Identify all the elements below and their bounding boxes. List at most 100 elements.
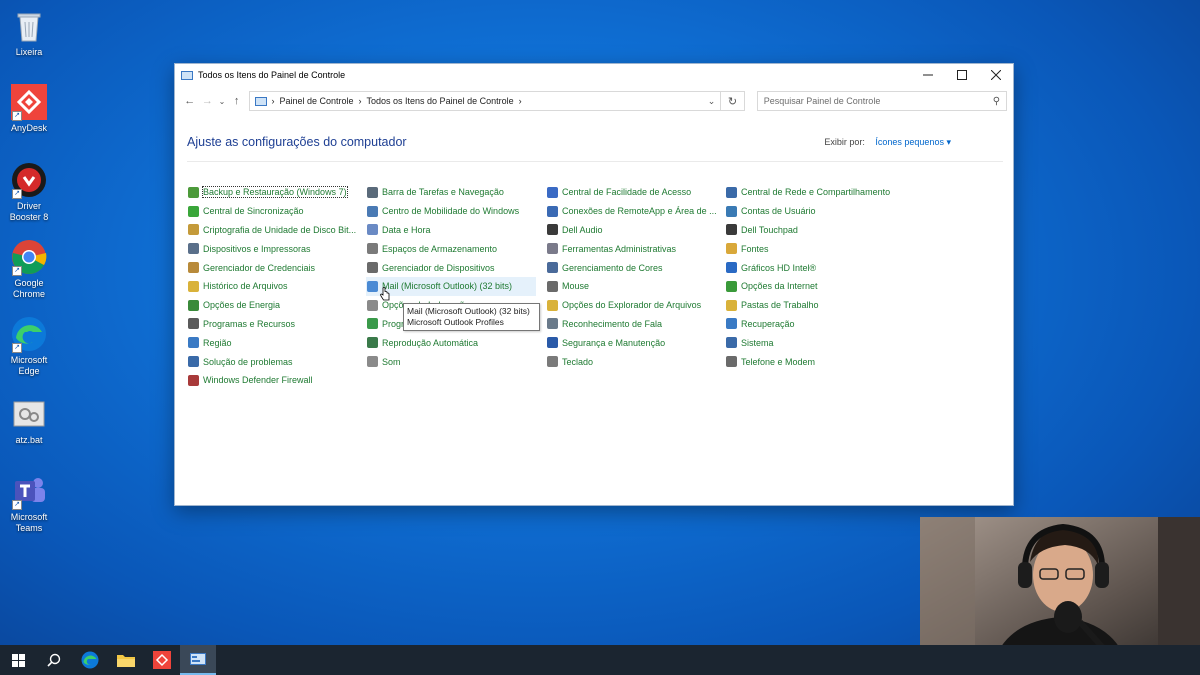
control-panel-item-label: Criptografia de Unidade de Disco Bit... <box>203 224 357 235</box>
taskbar-anydesk-button[interactable] <box>144 645 180 675</box>
control-panel-item[interactable]: Opções de Energia <box>187 296 357 315</box>
control-panel-item[interactable]: Backup e Restauração (Windows 7) <box>187 183 357 202</box>
control-panel-item[interactable]: Windows Defender Firewall <box>187 371 357 390</box>
control-panel-item[interactable]: Região <box>187 333 357 352</box>
hand-cursor-icon <box>380 287 390 301</box>
control-panel-window: Todos os Itens do Painel de Controle ← →… <box>174 63 1014 506</box>
control-panel-item[interactable]: Centro de Mobilidade do Windows <box>366 202 536 221</box>
search-input[interactable]: Pesquisar Painel de Controle ⚲ <box>756 91 1008 111</box>
desktop-icon-recycle-bin[interactable]: Lixeira <box>4 8 54 58</box>
view-by-dropdown[interactable]: Ícones pequenos ▾ <box>875 137 951 147</box>
control-panel-item-label: Dispositivos e Impressoras <box>203 243 311 254</box>
control-panel-item-label: Gerenciador de Credenciais <box>203 262 316 273</box>
control-panel-item[interactable]: Central de Sincronização <box>187 202 357 221</box>
control-panel-item-icon <box>726 186 737 198</box>
control-panel-item[interactable]: Teclado <box>546 352 716 371</box>
close-button[interactable] <box>979 64 1013 86</box>
control-panel-item[interactable]: Fontes <box>725 239 895 258</box>
control-panel-item[interactable]: Ferramentas Administrativas <box>546 239 716 258</box>
control-panel-item[interactable]: Gerenciamento de Cores <box>546 258 716 277</box>
control-panel-item-label: Sistema <box>741 337 774 348</box>
desktop-icon-atz-bat[interactable]: atz.bat <box>4 396 54 446</box>
control-panel-item-label: Som <box>382 356 401 367</box>
close-icon <box>991 70 1001 80</box>
control-panel-item[interactable]: Data e Hora <box>366 221 536 240</box>
control-panel-item[interactable]: Reconhecimento de Fala <box>546 315 716 334</box>
control-panel-item[interactable]: Central de Facilidade de Acesso <box>546 183 716 202</box>
control-panel-item-label: Opções da Internet <box>741 281 818 292</box>
control-panel-item[interactable]: Barra de Tarefas e Navegação <box>366 183 536 202</box>
minimize-button[interactable] <box>911 64 945 86</box>
control-panel-item-label: Histórico de Arquivos <box>203 281 288 292</box>
title-bar[interactable]: Todos os Itens do Painel de Controle <box>175 64 1013 86</box>
desktop-icon-anydesk[interactable]: ↗ AnyDesk <box>4 84 54 134</box>
control-panel-item[interactable]: Dell Audio <box>546 221 716 240</box>
breadcrumb-item[interactable]: Todos os Itens do Painel de Controle <box>367 96 514 106</box>
control-panel-item[interactable]: Gerenciador de Dispositivos <box>366 258 536 277</box>
control-panel-item-icon <box>726 318 737 330</box>
control-panel-item[interactable]: Opções da Internet <box>725 277 895 296</box>
file-explorer-icon <box>117 655 135 667</box>
control-panel-item[interactable]: Espaços de Armazenamento <box>366 239 536 258</box>
control-panel-item-icon <box>188 337 199 349</box>
control-panel-item-icon <box>367 224 378 236</box>
control-panel-item-label: Programas e Recursos <box>203 318 296 329</box>
control-panel-item[interactable]: Gráficos HD Intel® <box>725 258 895 277</box>
control-panel-item[interactable]: Central de Rede e Compartilhamento <box>725 183 895 202</box>
recent-locations-button[interactable]: ⌄ <box>216 97 228 106</box>
view-by: Exibir por: Ícones pequenos ▾ <box>824 137 951 148</box>
chevron-down-icon: ⌄ <box>218 96 226 106</box>
control-panel-item[interactable]: Dell Touchpad <box>725 221 895 240</box>
control-panel-item[interactable]: Gerenciador de Credenciais <box>187 258 357 277</box>
control-panel-icon <box>181 70 193 80</box>
control-panel-item[interactable]: Sistema <box>725 333 895 352</box>
window-title: Todos os Itens do Painel de Controle <box>198 70 346 80</box>
recycle-bin-icon <box>11 8 47 44</box>
control-panel-icon <box>190 653 206 665</box>
taskbar-file-explorer-button[interactable] <box>108 645 144 675</box>
desktop-icon-label: AnyDesk <box>10 123 47 133</box>
control-panel-item[interactable]: Programas e Recursos <box>187 315 357 334</box>
desktop-icon-label: Google Chrome <box>12 278 45 299</box>
control-panel-item-label: Região <box>203 337 232 348</box>
control-panel-item[interactable]: Solução de problemas <box>187 352 357 371</box>
control-panel-item-icon <box>726 262 737 274</box>
refresh-icon: ↻ <box>727 95 738 108</box>
forward-button[interactable]: → <box>199 95 217 107</box>
taskbar-control-panel-button[interactable] <box>180 645 216 675</box>
control-panel-item[interactable]: Segurança e Manutenção <box>546 333 716 352</box>
desktop-icon-edge[interactable]: ↗ Microsoft Edge <box>4 316 54 377</box>
control-panel-item[interactable]: Recuperação <box>725 315 895 334</box>
back-button[interactable]: ← <box>181 95 199 107</box>
address-dropdown-icon[interactable]: ⌄ <box>708 96 716 107</box>
address-bar[interactable]: › Painel de Controle › Todos os Itens do… <box>249 91 722 111</box>
control-panel-item[interactable]: Criptografia de Unidade de Disco Bit... <box>187 221 357 240</box>
control-panel-item-icon <box>367 243 378 255</box>
control-panel-item[interactable]: Dispositivos e Impressoras <box>187 239 357 258</box>
desktop-icon-teams[interactable]: ↗ Microsoft Teams <box>4 473 54 534</box>
desktop-icon-chrome[interactable]: ↗ Google Chrome <box>4 239 54 300</box>
control-panel-item[interactable]: Mouse <box>546 277 716 296</box>
breadcrumb-item[interactable]: Painel de Controle <box>279 96 353 106</box>
control-panel-item[interactable]: Mail (Microsoft Outlook) (32 bits) <box>366 276 536 296</box>
control-panel-item-label: Data e Hora <box>382 224 431 235</box>
desktop-icon-driver-booster[interactable]: ↗ Driver Booster 8 <box>4 162 54 223</box>
control-panel-item[interactable]: Som <box>366 352 536 371</box>
taskbar-edge-button[interactable] <box>72 645 108 675</box>
refresh-button[interactable]: ↻ <box>721 91 745 111</box>
maximize-button[interactable] <box>945 64 979 86</box>
control-panel-item-icon <box>726 224 737 236</box>
control-panel-item[interactable]: Histórico de Arquivos <box>187 277 357 296</box>
control-panel-item-icon <box>726 280 737 292</box>
control-panel-item[interactable]: Pastas de Trabalho <box>725 296 895 315</box>
control-panel-item[interactable]: Telefone e Modem <box>725 352 895 371</box>
up-button[interactable]: ↑ <box>228 95 246 107</box>
start-button[interactable] <box>0 645 36 675</box>
control-panel-item[interactable]: Reprodução Automática <box>366 333 536 352</box>
control-panel-item-label: Teclado <box>562 356 594 367</box>
control-panel-item[interactable]: Contas de Usuário <box>725 202 895 221</box>
search-button[interactable] <box>36 645 72 675</box>
control-panel-item[interactable]: Conexões de RemoteApp e Área de ... <box>546 202 717 221</box>
control-panel-item[interactable]: Opções do Explorador de Arquivos <box>546 296 716 315</box>
control-panel-item-icon <box>188 280 199 292</box>
